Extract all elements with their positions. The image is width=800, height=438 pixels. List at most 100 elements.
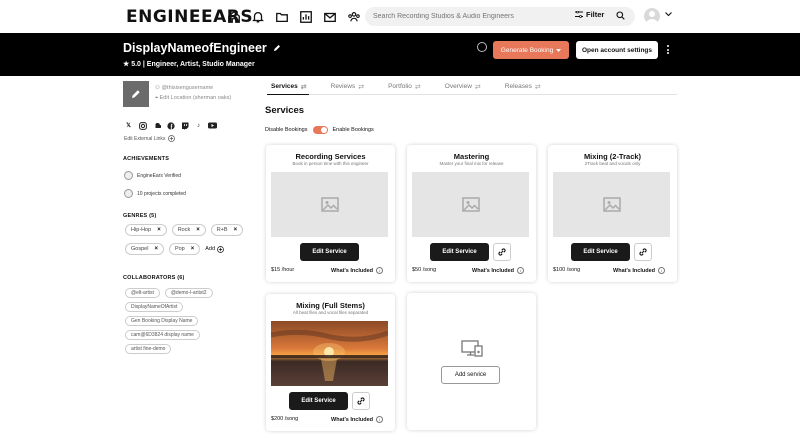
copy-link-button[interactable] (352, 392, 370, 410)
remove-icon[interactable]: × (157, 227, 161, 233)
tiktok-icon[interactable]: ♪ (194, 121, 203, 130)
edit-service-button[interactable]: Edit Service (289, 392, 348, 410)
swap-icon: ⇄ (474, 84, 481, 91)
remove-icon[interactable]: × (196, 227, 200, 233)
edit-pencil-icon[interactable] (273, 44, 281, 52)
collaborator-chip[interactable]: artist fine-demo (125, 344, 172, 354)
instagram-icon[interactable] (138, 121, 147, 130)
generate-booking-label: Generate Booking (500, 46, 554, 54)
add-genre-button[interactable]: Add (205, 243, 224, 255)
service-image-placeholder (553, 172, 670, 237)
tab-reviews[interactable]: Reviews ⇄ (327, 80, 366, 95)
filter-icon (575, 11, 583, 18)
open-account-settings-button[interactable]: Open account settings (576, 41, 658, 59)
service-card-mixing-2track: Mixing (2-Track) 2Track beat and vocals … (548, 145, 677, 282)
service-subtitle: 2Track beat and vocals only (584, 161, 641, 166)
info-icon: i (376, 267, 383, 274)
swap-icon: ⇄ (414, 84, 421, 91)
verified-badge-icon (124, 171, 133, 180)
edit-pencil-icon (132, 90, 140, 98)
twitch-icon[interactable] (180, 121, 189, 130)
devices-icon (461, 340, 483, 357)
remove-icon[interactable]: × (234, 227, 238, 233)
tab-overview[interactable]: Overview ⇄ (441, 80, 483, 95)
chart-icon[interactable] (298, 9, 314, 25)
copy-link-button[interactable] (493, 243, 511, 261)
service-subtitle: All beat files and vocal files separated (292, 310, 369, 315)
search-icon[interactable] (616, 11, 625, 20)
genres-list: Hip-Hop × Rock × R+B × Gospel × Pop × Add (125, 224, 245, 255)
achievement-item: 10 projects completed (124, 189, 186, 198)
info-icon: i (517, 267, 524, 274)
edit-service-button[interactable]: Edit Service (300, 243, 359, 261)
user-avatar[interactable] (644, 8, 660, 24)
remove-icon[interactable]: × (154, 246, 158, 252)
whats-included-link[interactable]: What's Included i (613, 267, 665, 274)
collaborator-chip[interactable]: DisplayNameOfArtist (125, 302, 184, 312)
add-service-button[interactable]: Add service (441, 366, 500, 384)
genre-chip: Hip-Hop × (125, 224, 167, 236)
image-placeholder-icon (461, 197, 480, 212)
service-price: $15 /hour (271, 267, 295, 273)
service-image-placeholder (271, 172, 388, 237)
chevron-down-icon[interactable] (665, 12, 672, 17)
home-icon[interactable] (226, 9, 242, 25)
bookings-toggle[interactable] (312, 126, 328, 134)
link-icon (639, 248, 647, 256)
service-subtitle: Master your final mix for release (439, 161, 504, 166)
search-bar: Filter (365, 7, 635, 26)
edit-service-button[interactable]: Edit Service (430, 243, 489, 261)
whats-included-link[interactable]: What's Included i (472, 267, 524, 274)
edit-external-links[interactable]: Edit External Links (124, 135, 176, 142)
swap-icon: ⇄ (534, 84, 541, 91)
mail-icon[interactable] (322, 9, 338, 25)
service-price: $50 /song (412, 267, 437, 273)
filter-button[interactable]: Filter (575, 10, 604, 19)
service-title: Mastering (453, 152, 490, 161)
collaborator-chip[interactable]: @demo-l-artist2 (164, 288, 213, 298)
service-title: Recording Services (295, 152, 366, 161)
remove-icon[interactable]: × (191, 246, 195, 252)
link-icon (498, 248, 506, 256)
service-title: Mixing (2-Track) (583, 152, 642, 161)
folder-icon[interactable] (274, 9, 290, 25)
tab-services[interactable]: Services ⇄ (267, 80, 309, 95)
x-twitter-icon[interactable]: 𝕏 (124, 121, 133, 130)
service-price: $100 /song (553, 267, 581, 273)
tab-portfolio[interactable]: Portfolio ⇄ (384, 80, 423, 95)
collaborator-chip[interactable]: Gen Booking Display Name (125, 316, 199, 326)
tab-releases[interactable]: Releases ⇄ (501, 80, 543, 95)
swap-icon: ⇄ (358, 84, 365, 91)
search-input[interactable] (365, 13, 565, 20)
bell-icon[interactable] (250, 9, 266, 25)
plus-circle-icon (168, 135, 176, 142)
edit-location[interactable]: ⌖ Edit Location (sherman oaks) (155, 95, 231, 102)
collaborator-chip[interactable]: cam@6D3824 display name (125, 330, 200, 340)
disable-bookings-label: Disable Bookings (265, 127, 308, 133)
generate-booking-button[interactable]: Generate Booking (493, 41, 569, 59)
link-icon (357, 397, 365, 405)
genre-chip: Pop × (168, 243, 201, 255)
profile-header: DisplayNameofEngineer ★ 5.0 | Engineer, … (0, 33, 800, 76)
whats-included-link[interactable]: What's Included i (331, 267, 383, 274)
info-icon: i (658, 267, 665, 274)
bookings-toggle-row: Disable Bookings Enable Bookings (265, 126, 374, 134)
profile-picture[interactable] (123, 81, 149, 107)
copy-link-button[interactable] (634, 243, 652, 261)
enable-bookings-label: Enable Bookings (332, 127, 374, 133)
collaborators-title: COLLABORATORS (6) (123, 275, 185, 281)
whats-included-link[interactable]: What's Included i (331, 416, 383, 423)
more-options-icon[interactable] (665, 45, 671, 55)
facebook-icon[interactable] (166, 121, 175, 130)
image-placeholder-icon (602, 197, 621, 212)
service-image-sunset (271, 321, 388, 386)
users-icon[interactable] (346, 9, 362, 25)
service-subtitle: Book in person time with this engineer (292, 161, 369, 166)
service-price: $200 /song (271, 416, 299, 422)
achievements-title: ACHIEVEMENTS (123, 156, 170, 162)
edit-service-button[interactable]: Edit Service (571, 243, 630, 261)
youtube-icon[interactable] (208, 121, 217, 130)
soundcloud-icon[interactable] (152, 121, 161, 130)
collaborator-chip[interactable]: @elt-artist (125, 288, 160, 298)
add-service-card: Add service (407, 293, 536, 430)
